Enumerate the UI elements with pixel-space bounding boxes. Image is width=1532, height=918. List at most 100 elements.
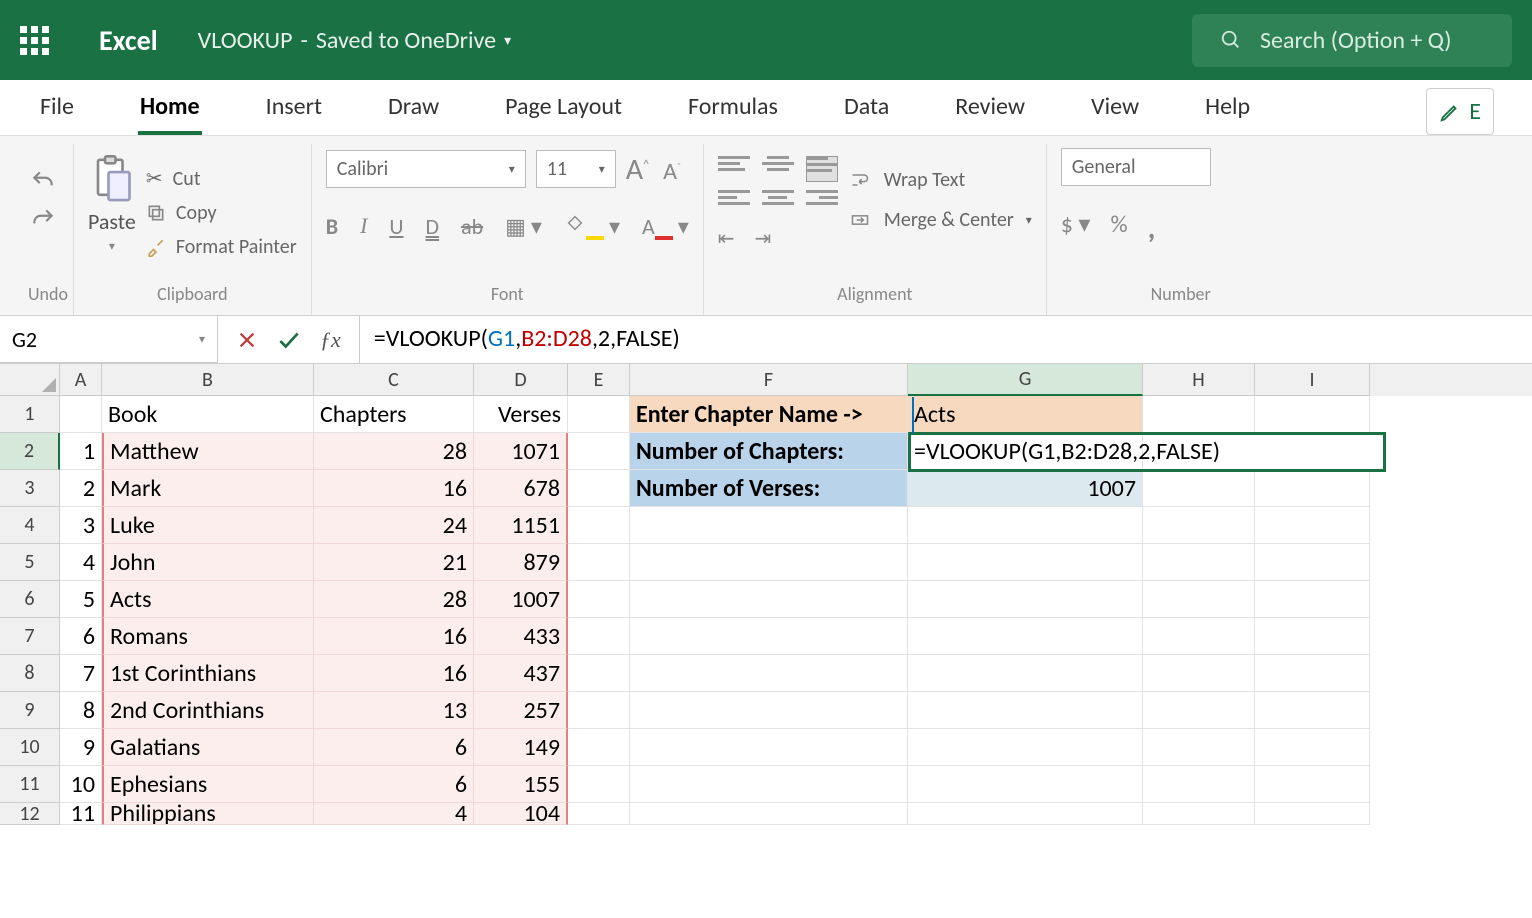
cell-B1[interactable]: Book: [102, 396, 314, 433]
currency-button[interactable]: $ ▾: [1061, 210, 1091, 247]
search-input[interactable]: Search (Option + Q): [1192, 14, 1512, 67]
cell-E12[interactable]: [568, 803, 630, 825]
cell-I3[interactable]: [1255, 470, 1370, 507]
col-header-G[interactable]: G: [908, 364, 1143, 396]
cell-H12[interactable]: [1143, 803, 1255, 825]
grow-font-button[interactable]: A^: [626, 151, 649, 188]
align-right-button[interactable]: [806, 190, 838, 216]
cell-E1[interactable]: [568, 396, 630, 433]
row-header[interactable]: 5: [0, 544, 60, 581]
cell-G8[interactable]: [908, 655, 1143, 692]
cancel-formula-button[interactable]: [236, 329, 258, 351]
align-bottom-button[interactable]: [806, 156, 838, 182]
italic-button[interactable]: I: [360, 213, 367, 239]
cell-F1[interactable]: Enter Chapter Name ->: [630, 396, 908, 433]
cell-E10[interactable]: [568, 729, 630, 766]
cell-F6[interactable]: [630, 581, 908, 618]
cell-C12[interactable]: 4: [314, 803, 474, 825]
tab-help[interactable]: Help: [1203, 82, 1252, 135]
increase-indent-button[interactable]: ⇥: [755, 226, 772, 251]
cell-G3[interactable]: 1007: [908, 470, 1143, 507]
cell-I7[interactable]: [1255, 618, 1370, 655]
col-header-I[interactable]: I: [1255, 364, 1370, 396]
cell-H11[interactable]: [1143, 766, 1255, 803]
cell-G11[interactable]: [908, 766, 1143, 803]
cut-button[interactable]: ✂Cut: [146, 166, 297, 191]
cell-A3[interactable]: 2: [60, 470, 102, 507]
cell-F7[interactable]: [630, 618, 908, 655]
cell-A1[interactable]: [60, 396, 102, 433]
cell-H5[interactable]: [1143, 544, 1255, 581]
cell-C6[interactable]: 28: [314, 581, 474, 618]
cell-G4[interactable]: [908, 507, 1143, 544]
tab-draw[interactable]: Draw: [386, 82, 441, 135]
cell-D4[interactable]: 1151: [474, 507, 568, 544]
tab-home[interactable]: Home: [138, 82, 202, 135]
cell-I11[interactable]: [1255, 766, 1370, 803]
underline-button[interactable]: U: [389, 213, 403, 240]
cell-D5[interactable]: 879: [474, 544, 568, 581]
cell-H3[interactable]: [1143, 470, 1255, 507]
cell-A11[interactable]: 10: [60, 766, 102, 803]
cell-A5[interactable]: 4: [60, 544, 102, 581]
cell-B8[interactable]: 1st Corinthians: [102, 655, 314, 692]
tab-page-layout[interactable]: Page Layout: [503, 82, 624, 135]
cell-G6[interactable]: [908, 581, 1143, 618]
cell-F8[interactable]: [630, 655, 908, 692]
font-name-select[interactable]: Calibri▾: [326, 150, 526, 188]
chevron-down-icon[interactable]: ▾: [109, 239, 115, 254]
row-header[interactable]: 10: [0, 729, 60, 766]
cell-G9[interactable]: [908, 692, 1143, 729]
cell-E7[interactable]: [568, 618, 630, 655]
cell-C2[interactable]: 28: [314, 433, 474, 470]
cell-F10[interactable]: [630, 729, 908, 766]
cell-A10[interactable]: 9: [60, 729, 102, 766]
merge-center-button[interactable]: Merge & Center ▾: [848, 208, 1032, 232]
row-header[interactable]: 2: [0, 433, 60, 470]
cell-E6[interactable]: [568, 581, 630, 618]
cell-I4[interactable]: [1255, 507, 1370, 544]
col-header-F[interactable]: F: [630, 364, 908, 396]
fill-color-button[interactable]: ▾: [564, 212, 620, 240]
cell-D7[interactable]: 433: [474, 618, 568, 655]
cell-F2[interactable]: Number of Chapters:: [630, 433, 908, 470]
cell-E4[interactable]: [568, 507, 630, 544]
cell-G2[interactable]: =VLOOKUP(G1,B2:D28,2,FALSE): [908, 433, 1143, 470]
cell-G12[interactable]: [908, 803, 1143, 825]
spreadsheet-grid[interactable]: A B C D E F G H I 1BookChaptersVersesEnt…: [0, 364, 1532, 825]
cell-F9[interactable]: [630, 692, 908, 729]
cell-B10[interactable]: Galatians: [102, 729, 314, 766]
row-header[interactable]: 6: [0, 581, 60, 618]
cell-I1[interactable]: [1255, 396, 1370, 433]
row-header[interactable]: 1: [0, 396, 60, 433]
cell-G5[interactable]: [908, 544, 1143, 581]
cell-G10[interactable]: [908, 729, 1143, 766]
bold-button[interactable]: B: [326, 213, 338, 240]
cell-D6[interactable]: 1007: [474, 581, 568, 618]
cell-H10[interactable]: [1143, 729, 1255, 766]
border-button[interactable]: ▦ ▾: [505, 213, 542, 240]
cell-C11[interactable]: 6: [314, 766, 474, 803]
row-header[interactable]: 3: [0, 470, 60, 507]
col-header-B[interactable]: B: [102, 364, 314, 396]
col-header-E[interactable]: E: [568, 364, 630, 396]
tab-insert[interactable]: Insert: [264, 82, 324, 135]
cell-D8[interactable]: 437: [474, 655, 568, 692]
fx-icon[interactable]: ƒx: [320, 327, 341, 353]
cell-H4[interactable]: [1143, 507, 1255, 544]
cell-D10[interactable]: 149: [474, 729, 568, 766]
cell-E11[interactable]: [568, 766, 630, 803]
cell-B12[interactable]: Philippians: [102, 803, 314, 825]
paste-button[interactable]: [91, 154, 133, 204]
cell-C5[interactable]: 21: [314, 544, 474, 581]
cell-I8[interactable]: [1255, 655, 1370, 692]
percent-button[interactable]: %: [1110, 210, 1127, 247]
cell-A12[interactable]: 11: [60, 803, 102, 825]
tab-review[interactable]: Review: [953, 82, 1027, 135]
cell-D12[interactable]: 104: [474, 803, 568, 825]
cell-A8[interactable]: 7: [60, 655, 102, 692]
align-left-button[interactable]: [718, 190, 750, 216]
font-color-button[interactable]: A ▾: [642, 213, 689, 240]
wrap-text-button[interactable]: Wrap Text: [848, 168, 1032, 192]
cell-B2[interactable]: Matthew: [102, 433, 314, 470]
